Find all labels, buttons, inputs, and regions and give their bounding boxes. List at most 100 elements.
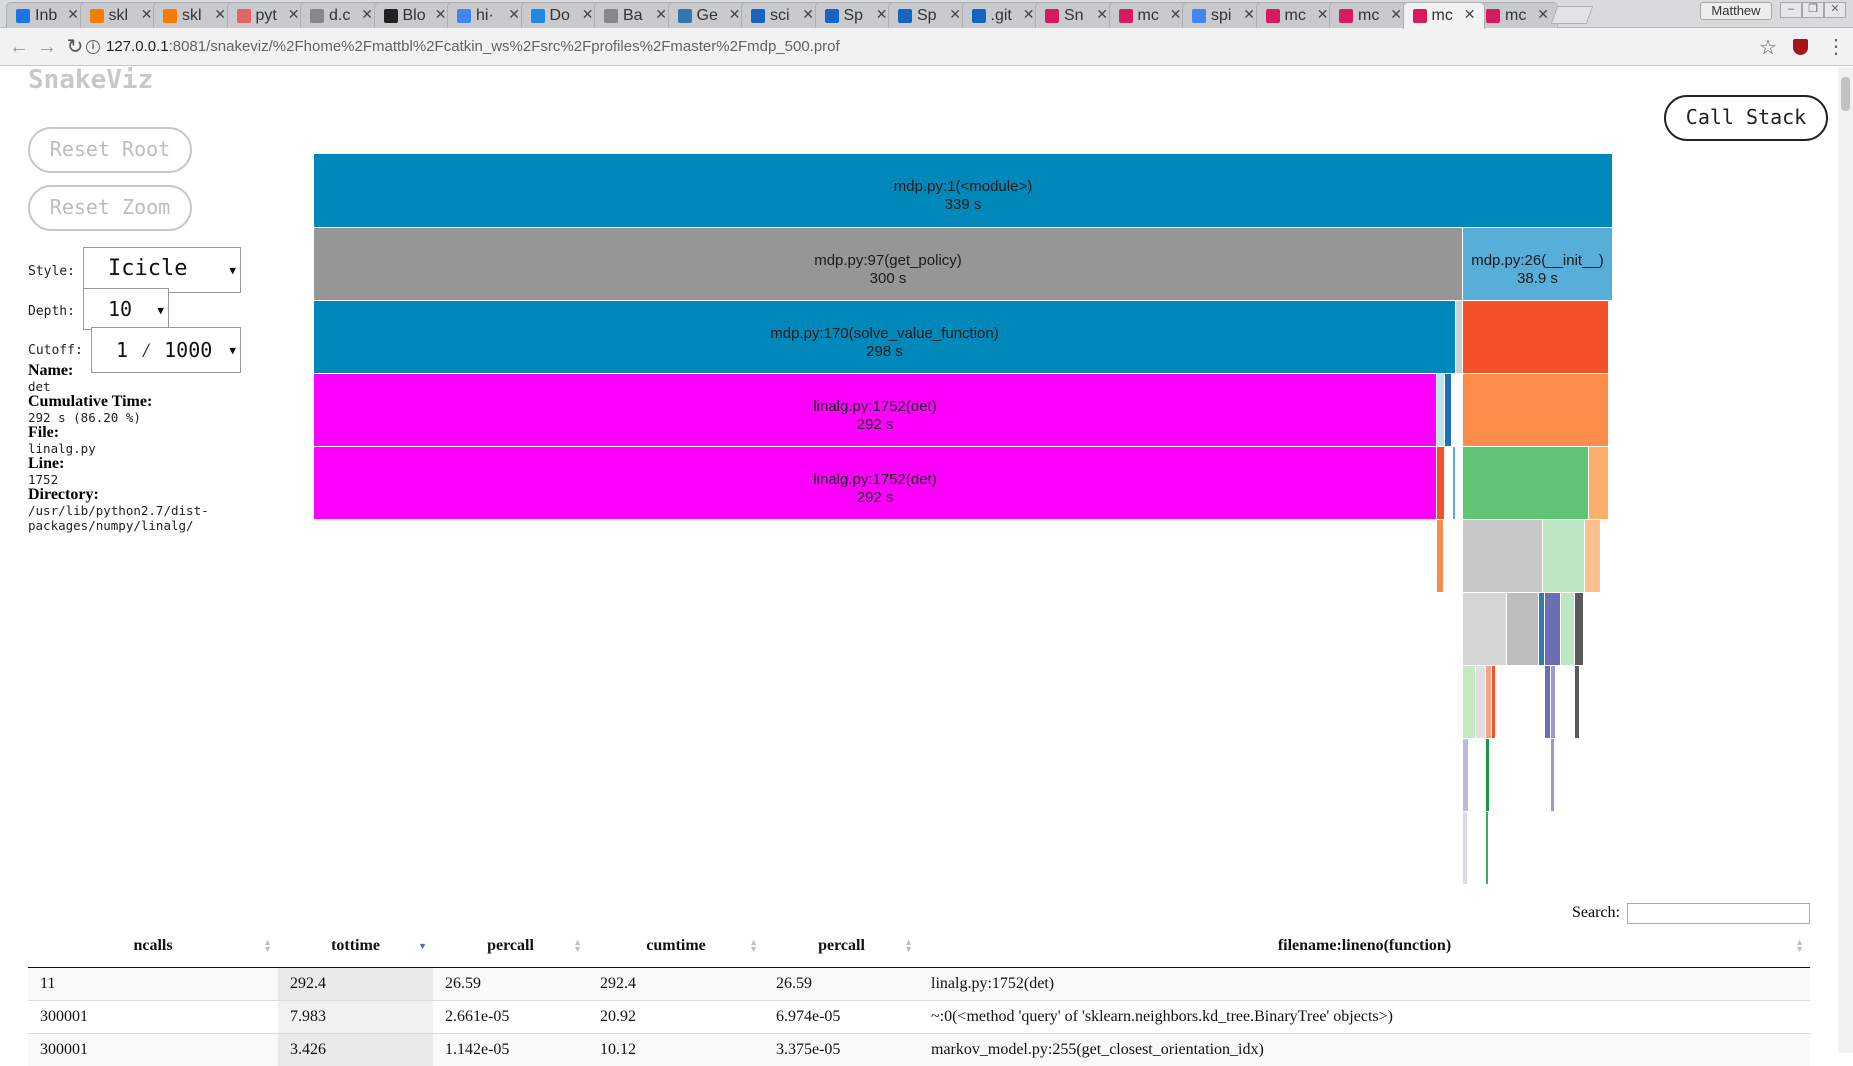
close-window-icon[interactable]: ✕	[1824, 2, 1846, 18]
tab-close-icon[interactable]: ✕	[141, 6, 153, 23]
tab-close-icon[interactable]: ✕	[1317, 6, 1329, 23]
icicle-block-small[interactable]	[1585, 520, 1601, 593]
browser-tab[interactable]: mc ✕	[1476, 2, 1558, 28]
reset-root-button[interactable]: Reset Root	[28, 127, 192, 173]
browser-menu-icon[interactable]: ⋮	[1826, 34, 1846, 59]
browser-tab[interactable]: Do ✕	[520, 2, 603, 28]
icicle-block-small[interactable]	[1463, 374, 1609, 447]
icicle-block-small[interactable]	[1463, 447, 1589, 520]
page-scrollbar[interactable]	[1838, 67, 1853, 1053]
browser-tab[interactable]: Blo ✕	[373, 2, 456, 28]
table-row[interactable]: 11 292.4 26.59 292.4 26.59 linalg.py:175…	[28, 966, 1810, 1000]
icicle-block-small[interactable]	[1575, 593, 1584, 666]
style-select[interactable]: Icicle ▼	[83, 247, 241, 293]
icicle-block-det[interactable]: linalg.py:1752(det) 292 s	[314, 374, 1437, 447]
column-header-function[interactable]: filename:lineno(function) ▲ ▼	[919, 925, 1810, 968]
browser-tab[interactable]: Sp ✕	[888, 2, 970, 28]
column-header-tottime[interactable]: tottime ▼	[278, 925, 433, 968]
browser-tab[interactable]: skl ✕	[153, 2, 235, 28]
browser-tab[interactable]: Sp ✕	[814, 2, 897, 28]
address-bar[interactable]: 127.0.0.1:8081/snakeviz/%2Fhome%2Fmattbl…	[106, 38, 840, 55]
tab-close-icon[interactable]: ✕	[1243, 6, 1255, 23]
icicle-block-small[interactable]	[1463, 739, 1469, 812]
tab-close-icon[interactable]: ✕	[1464, 6, 1476, 23]
icicle-block-small[interactable]	[1492, 666, 1496, 739]
tab-close-icon[interactable]: ✕	[1537, 6, 1549, 23]
icicle-block-module[interactable]: mdp.py:1(<module>) 339 s	[314, 154, 1613, 228]
tab-close-icon[interactable]: ✕	[876, 6, 888, 23]
tab-close-icon[interactable]: ✕	[214, 6, 226, 23]
icicle-block-small[interactable]	[1561, 593, 1575, 666]
tab-close-icon[interactable]: ✕	[1023, 6, 1035, 23]
new-tab-button[interactable]	[1550, 6, 1593, 24]
extension-shield-icon[interactable]	[1793, 39, 1808, 55]
tab-close-icon[interactable]: ✕	[655, 6, 667, 23]
search-input[interactable]	[1627, 903, 1810, 924]
icicle-block-small[interactable]	[1507, 593, 1539, 666]
icicle-block-small[interactable]	[1551, 666, 1556, 739]
table-row[interactable]: 300001 3.426 1.142e-05 10.12 3.375e-05 m…	[28, 1032, 1810, 1066]
site-info-icon[interactable]: i	[86, 40, 100, 54]
browser-tab[interactable]: Ge ✕	[667, 2, 750, 28]
bookmark-star-icon[interactable]: ☆	[1759, 35, 1777, 60]
icicle-block-small[interactable]	[1463, 520, 1543, 593]
tab-close-icon[interactable]: ✕	[508, 6, 520, 23]
icicle-block-small[interactable]	[1543, 520, 1585, 593]
icicle-block-small[interactable]	[1476, 666, 1486, 739]
tab-close-icon[interactable]: ✕	[1096, 6, 1108, 23]
maximize-icon[interactable]: ❐	[1802, 2, 1824, 18]
icicle-block-small[interactable]	[1551, 739, 1555, 812]
forward-icon[interactable]: →	[36, 36, 58, 58]
browser-tab[interactable]: mc ✕	[1402, 2, 1485, 29]
depth-select[interactable]: 10 ▼	[83, 288, 169, 330]
icicle-block-small[interactable]	[1486, 812, 1489, 885]
icicle-block-small[interactable]	[1463, 666, 1476, 739]
back-icon[interactable]: ←	[8, 36, 30, 58]
minimize-icon[interactable]: –	[1780, 2, 1802, 18]
icicle-block-small[interactable]	[1456, 301, 1463, 374]
icicle-block-small[interactable]	[1575, 666, 1580, 739]
reload-icon[interactable]: ↻	[64, 36, 86, 58]
icicle-block-small[interactable]	[1463, 812, 1468, 885]
tab-close-icon[interactable]: ✕	[361, 6, 373, 23]
icicle-block-small[interactable]	[1453, 447, 1456, 520]
browser-tab[interactable]: mc ✕	[1255, 2, 1338, 28]
tab-close-icon[interactable]: ✕	[288, 6, 300, 23]
tab-close-icon[interactable]: ✕	[1390, 6, 1402, 23]
icicle-block-det-inner[interactable]: linalg.py:1752(det) 292 s	[314, 447, 1437, 520]
column-header-percall[interactable]: percall ▲ ▼	[433, 925, 588, 968]
icicle-block-small[interactable]	[1445, 374, 1452, 447]
browser-tab[interactable]: d.c ✕	[300, 2, 382, 28]
icicle-block-small[interactable]	[1463, 301, 1609, 374]
column-header-cumtime[interactable]: cumtime ▲ ▼	[588, 925, 764, 968]
browser-tab[interactable]: skl ✕	[79, 2, 162, 28]
browser-tab[interactable]: hi· ✕	[447, 2, 529, 28]
table-row[interactable]: 300001 7.983 2.661e-05 20.92 6.974e-05 ~…	[28, 999, 1810, 1033]
browser-tab[interactable]: Ba ✕	[594, 2, 676, 28]
browser-tab[interactable]: mc ✕	[1329, 2, 1411, 28]
tab-close-icon[interactable]: ✕	[1170, 6, 1182, 23]
browser-tab[interactable]: spi ✕	[1182, 2, 1264, 28]
icicle-block-small[interactable]	[1545, 593, 1561, 666]
browser-tab[interactable]: .git ✕	[961, 2, 1044, 28]
profile-button[interactable]: Matthew	[1700, 2, 1772, 20]
icicle-block-small[interactable]	[1463, 593, 1507, 666]
icicle-block-small[interactable]	[1437, 520, 1444, 593]
scrollbar-thumb[interactable]	[1841, 77, 1850, 111]
tab-close-icon[interactable]: ✕	[582, 6, 594, 23]
column-header-ncalls[interactable]: ncalls ▲ ▼	[28, 925, 278, 968]
tab-close-icon[interactable]: ✕	[802, 6, 814, 23]
browser-tab[interactable]: Inb ✕	[6, 2, 88, 28]
tab-close-icon[interactable]: ✕	[435, 6, 447, 23]
icicle-block-small[interactable]	[1437, 374, 1445, 447]
tab-close-icon[interactable]: ✕	[67, 6, 79, 23]
browser-tab[interactable]: sci ✕	[741, 2, 823, 28]
icicle-block-small[interactable]	[1437, 447, 1445, 520]
browser-tab[interactable]: mc ✕	[1108, 2, 1191, 28]
icicle-block-small[interactable]	[1486, 739, 1490, 812]
icicle-block-get-policy[interactable]: mdp.py:97(get_policy) 300 s	[314, 228, 1463, 301]
column-header-percall-2[interactable]: percall ▲ ▼	[764, 925, 919, 968]
call-stack-button[interactable]: Call Stack	[1664, 95, 1828, 141]
icicle-block-init[interactable]: mdp.py:26(__init__) 38.9 s	[1463, 228, 1613, 301]
reset-zoom-button[interactable]: Reset Zoom	[28, 185, 192, 231]
